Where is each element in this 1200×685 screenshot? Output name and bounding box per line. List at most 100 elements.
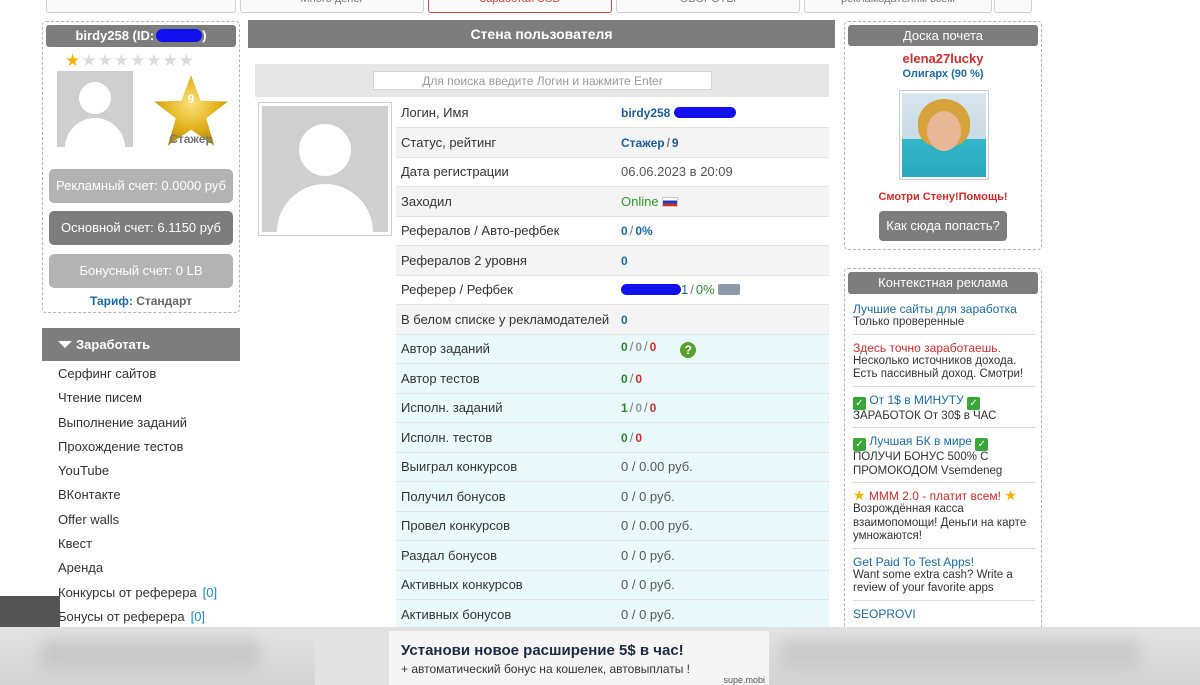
referer-link-tail[interactable]: 1 [681,282,688,297]
help-icon[interactable]: ? [680,342,697,359]
separator: / [629,339,634,355]
row-label: Рефералов 2 уровня [396,245,616,276]
honor-wall-link[interactable]: Смотри Стену!Помощь! [845,191,1041,203]
rating-stars: ★★★★★★★★ [65,52,195,70]
honor-board-title: Доска почета [848,25,1038,46]
table-row: Получил бонусов 0 / 0 руб. [396,481,829,512]
star-icon: ★ [162,51,178,70]
ad-link[interactable]: Get Paid To Test Apps! [853,555,1035,569]
user-panel: birdy258 (ID:) ★★★★★★★★ 9 Стажер Рекламн… [42,21,240,313]
ad-desc: Несколько источников дохода. Есть пассив… [853,354,1024,381]
row-label: Автор тестов [396,363,616,394]
avatar[interactable] [57,71,133,147]
list-item: SEOPROVI [853,605,1035,625]
ad-desc: Want some extra cash? Write a review of … [853,568,1013,595]
banner-title: Установи новое расширение 5$ в час! [401,642,684,659]
referrals-count[interactable]: 0 [621,224,628,238]
table-row: Провел конкурсов 0 / 0.00 руб. [396,511,829,541]
earn-menu-header[interactable]: Заработать [42,328,240,361]
tariff-value[interactable]: Стандарт [136,294,192,308]
list-item: ✓ От 1$ в МИНУТУ ✓ ЗАРАБОТОК От 30$ в ЧА… [853,391,1035,428]
honor-user-photo[interactable] [899,90,989,180]
table-row: Дата регистрации 06.06.2023 в 20:09 [396,157,829,187]
row-label: Реферер / Рефбек [396,275,616,305]
row-value: 0 / 0 руб. [616,599,829,630]
list-item: ✓ Лучшая БК в мире ✓ ПОЛУЧИ БОНУС 500% С… [853,432,1035,483]
profile-info-table: Логин, Имя birdy258 Статус, рейтинг Стаж… [396,98,829,630]
level-number: 9 [187,92,195,106]
top-tab-blank[interactable] [46,0,236,13]
star-icon: ★ [113,51,129,70]
ad-account-button[interactable]: Рекламный счет: 0.0000 руб [49,169,233,203]
how-to-get-here-button[interactable]: Как сюда попасть? [879,211,1007,241]
row-label: Логин, Имя [396,98,616,128]
table-row: Исполн. тестов 0/0 [396,422,829,453]
row-label: Исполн. тестов [396,422,616,453]
row-label: Активных конкурсов [396,570,616,600]
page-title: Стена пользователя [248,20,835,48]
task-author-active: 0 [621,340,628,355]
table-row: Раздал бонусов 0 / 0 руб. [396,540,829,571]
menu-item-referer-contests[interactable]: Конкурсы от реферера [0] [58,585,238,609]
top-tabs: Много денег Заработай USD ОБОРОТЫ реклам… [0,0,1200,14]
search-input[interactable] [373,71,712,90]
ad-link[interactable]: МММ 2.0 - платит всем! [869,489,1001,503]
table-row: Логин, Имя birdy258 [396,98,829,128]
list-item: Лучшие сайты для заработка Только провер… [853,300,1035,335]
referer-badge-icon [717,284,740,296]
menu-item-mail[interactable]: Чтение писем [58,390,238,414]
menu-item-vk[interactable]: ВКонтакте [58,487,238,511]
banner-subtitle: + автоматический бонус на кошелек, автов… [401,662,691,676]
table-row: Статус, рейтинг Стажер/9 [396,127,829,158]
table-row: Выиграл конкурсов 0 / 0.00 руб. [396,452,829,482]
banner-source: supe.mobi [723,675,765,685]
tariff-label: Тариф: [89,294,133,308]
row-label: Исполн. заданий [396,393,616,423]
referrals-level2-count[interactable]: 0 [621,254,628,268]
ad-link[interactable]: Лучшая БК в мире [869,434,972,448]
menu-item-quest[interactable]: Квест [58,536,238,560]
earn-menu: Серфинг сайтов Чтение писем Выполнение з… [58,366,238,633]
ads-list: Лучшие сайты для заработка Только провер… [853,300,1035,629]
earn-menu-title: Заработать [76,337,151,352]
separator: / [629,400,634,416]
ad-link[interactable]: Лучшие сайты для заработка [853,302,1035,316]
table-row: Рефералов / Авто-рефбек 0/0% [396,216,829,246]
refback-percent: 0% [695,282,715,298]
menu-item-count: [0] [202,584,218,600]
extension-banner[interactable]: Установи новое расширение 5$ в час! + ав… [315,631,769,685]
ad-link[interactable]: SEOPROVI [853,607,1035,621]
top-tab-4[interactable]: рекламодателям всем [804,0,992,13]
list-item: Здесь точно заработаешь. Несколько источ… [853,339,1035,387]
top-tab-more[interactable] [994,0,1032,13]
menu-item-youtube[interactable]: YouTube [58,463,238,487]
top-tab-1[interactable]: Много денег [240,0,424,13]
ad-desc: ПОЛУЧИ БОНУС 500% С ПРОМОКОДОМ Vsemdeneg [853,451,1003,477]
menu-item-tests[interactable]: Прохождение тестов [58,439,238,463]
whitelist-count[interactable]: 0 [621,313,628,327]
user-title[interactable]: birdy258 (ID:) [46,25,236,47]
blurred-ad-left [40,640,260,670]
ad-link[interactable]: Здесь точно заработаешь. [853,341,1035,355]
ad-link[interactable]: От 1$ в МИНУТУ [869,393,963,407]
bonus-account-button[interactable]: Бонусный счет: 0 LB [49,254,233,288]
status-rating: 9 [671,135,679,150]
dark-side-tab[interactable] [0,596,60,628]
online-status: Online [621,193,659,209]
login-link[interactable]: birdy258 [621,106,670,120]
menu-item-surfing[interactable]: Серфинг сайтов [58,366,238,390]
menu-item-tasks[interactable]: Выполнение заданий [58,415,238,439]
status-rank-link[interactable]: Стажер [621,136,665,150]
row-value: 0 / 0.00 руб. [616,511,829,541]
top-tab-3[interactable]: ОБОРОТЫ [616,0,800,13]
top-tab-2[interactable]: Заработай USD [428,0,612,13]
main-account-button[interactable]: Основной счет: 6.1150 руб [49,211,233,245]
menu-item-rent[interactable]: Аренда [58,560,238,584]
table-row: Активных конкурсов 0 / 0 руб. [396,570,829,600]
menu-item-offerwalls[interactable]: Offer walls [58,512,238,536]
row-label: Получил бонусов [396,481,616,512]
star-icon: ★ [178,51,194,70]
redacted-name [673,107,736,118]
separator: / [629,223,634,239]
honor-user-link[interactable]: elena27lucky [845,51,1041,66]
